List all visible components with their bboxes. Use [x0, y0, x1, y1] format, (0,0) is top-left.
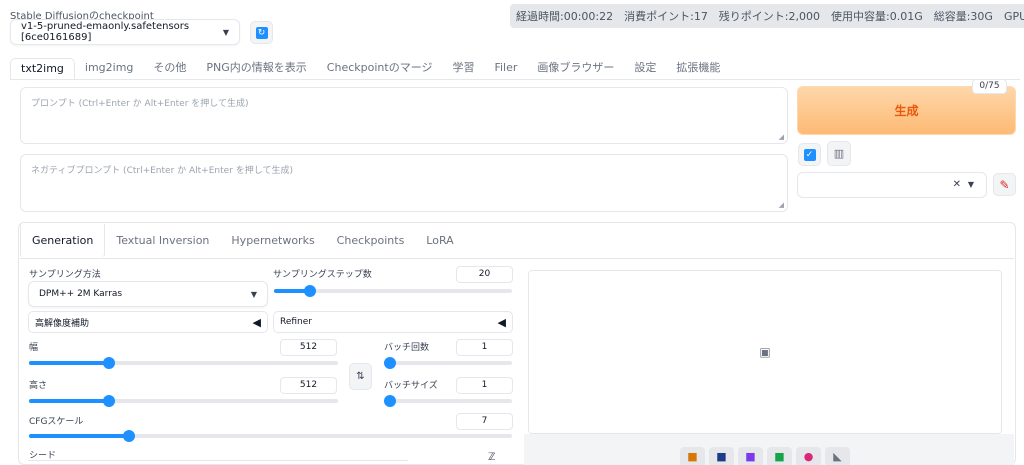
subtab-hypernetworks[interactable]: Hypernetworks	[220, 224, 325, 258]
slider-thumb[interactable]	[384, 395, 396, 407]
tab-img2img[interactable]: img2img	[75, 58, 144, 80]
tabs-divider	[10, 79, 1020, 80]
extra-networks-tabs: Generation Textual Inversion Hypernetwor…	[20, 224, 465, 258]
token-counter: 0/75	[972, 79, 1007, 94]
inpaint-icon: ●	[803, 450, 814, 463]
main-tabs: txt2img img2img その他 PNG内の情報を表示 Checkpoin…	[10, 58, 730, 80]
seed-input[interactable]	[28, 460, 408, 465]
negative-prompt-input[interactable]: ネガティブプロンプト (Ctrl+Enter か Alt+Enter を押して生…	[20, 154, 788, 212]
save-icon: ■	[716, 450, 727, 463]
tab-settings[interactable]: 設定	[624, 58, 666, 80]
swap-dimensions-button[interactable]: ⇅	[349, 363, 372, 390]
tab-txt2img[interactable]: txt2img	[10, 58, 75, 80]
cfg-scale-number-input[interactable]: 7	[456, 413, 513, 430]
batch-count-slider[interactable]	[384, 357, 512, 369]
clear-icon[interactable]: ✕	[953, 179, 961, 190]
extras-icon: ◣	[833, 450, 842, 463]
swap-icon: ⇅	[356, 371, 365, 382]
checkpoint-value: v1-5-pruned-emaonly.safetensors [6ce0161…	[21, 21, 190, 43]
clear-prompt-button[interactable]: ▥	[827, 141, 851, 166]
triangle-left-icon: ◀	[497, 315, 506, 329]
width-number-input[interactable]: 512	[280, 339, 337, 356]
steps-label: サンプリングステップ数	[273, 270, 372, 280]
refresh-icon: ↻	[255, 26, 268, 39]
cfg-scale-slider[interactable]	[29, 430, 512, 442]
slider-thumb[interactable]	[103, 395, 116, 407]
height-slider[interactable]	[29, 395, 338, 407]
height-number-input[interactable]: 512	[280, 377, 337, 394]
slider-thumb[interactable]	[123, 430, 136, 442]
tab-train[interactable]: 学習	[442, 58, 484, 80]
sampler-select[interactable]: DPM++ 2M Karras ▼	[28, 281, 268, 307]
height-label: 高さ	[29, 381, 48, 391]
batch-size-slider[interactable]	[384, 395, 512, 407]
slider-thumb[interactable]	[103, 357, 116, 369]
chevron-down-icon: ▼	[967, 180, 974, 189]
chevron-down-icon: ▼	[250, 289, 257, 299]
open-folder-button[interactable]: ■	[680, 447, 705, 465]
chevron-down-icon: ▼	[222, 27, 229, 37]
subtab-lora[interactable]: LoRA	[415, 224, 464, 258]
trash-icon: ▥	[833, 147, 845, 160]
steps-number-input[interactable]: 20	[456, 266, 513, 283]
subtabs-divider	[20, 258, 1014, 259]
resize-handle-icon[interactable]: ◢	[779, 133, 784, 141]
slider-thumb[interactable]	[304, 285, 317, 297]
subtab-textual-inversion[interactable]: Textual Inversion	[105, 224, 220, 258]
steps-slider[interactable]	[274, 285, 512, 297]
pen-icon: ✎	[999, 177, 1010, 192]
hires-fix-accordion[interactable]: 高解像度補助 ◀	[28, 311, 268, 333]
checkpoint-select[interactable]: v1-5-pruned-emaonly.safetensors [6ce0161…	[10, 19, 240, 45]
folder-icon: ■	[687, 450, 698, 463]
refresh-checkpoint-button[interactable]: ↻	[250, 21, 273, 44]
batch-count-label: バッチ回数	[384, 343, 430, 353]
edit-styles-button[interactable]: ✎	[993, 173, 1016, 196]
subtab-generation[interactable]: Generation	[20, 224, 106, 258]
refiner-accordion[interactable]: Refiner ◀	[273, 311, 513, 333]
subtab-checkpoints[interactable]: Checkpoints	[326, 224, 416, 258]
tab-extras[interactable]: その他	[143, 58, 196, 80]
send-to-extras-button[interactable]: ◣	[825, 447, 850, 465]
styles-select[interactable]: ✕ ▼	[797, 172, 987, 198]
tab-filer[interactable]: Filer	[484, 58, 527, 80]
gallery-toolbar: ■ ■ ■ ■ ● ◣	[524, 434, 1014, 465]
refiner-label: Refiner	[280, 317, 312, 327]
triangle-left-icon: ◀	[252, 315, 261, 329]
status-bar: 経過時間:00:00:22 消費ポイント:17 残りポイント:2,000 使用中…	[510, 4, 1024, 28]
prompt-input[interactable]: プロンプト (Ctrl+Enter か Alt+Enter を押して生成) ◢	[20, 87, 788, 144]
batch-size-label: バッチサイズ	[384, 381, 438, 391]
tab-png-info[interactable]: PNG内の情報を表示	[196, 58, 316, 80]
resize-handle-icon[interactable]: ◢	[779, 201, 784, 209]
paste-params-button[interactable]: ✓	[798, 143, 821, 166]
cfg-scale-label: CFGスケール	[29, 417, 84, 427]
prompt-placeholder: プロンプト (Ctrl+Enter か Alt+Enter を押して生成)	[31, 99, 249, 109]
tab-extensions[interactable]: 拡張機能	[666, 58, 730, 80]
sampler-value: DPM++ 2M Karras	[39, 289, 123, 299]
save-button[interactable]: ■	[709, 447, 734, 465]
hires-fix-label: 高解像度補助	[35, 318, 90, 329]
seed-side-glyph: ℤ	[488, 452, 496, 463]
tab-checkpoint-merger[interactable]: Checkpointのマージ	[317, 58, 443, 80]
width-label: 幅	[29, 343, 39, 353]
send-to-inpaint-button[interactable]: ●	[796, 447, 821, 465]
batch-count-number-input[interactable]: 1	[456, 339, 513, 356]
width-slider[interactable]	[29, 357, 338, 369]
check-icon: ✓	[803, 148, 816, 161]
batch-size-number-input[interactable]: 1	[456, 377, 513, 394]
slider-thumb[interactable]	[384, 357, 396, 369]
zip-button[interactable]: ■	[738, 447, 763, 465]
output-gallery: ▣	[528, 270, 1002, 434]
img2img-icon: ■	[774, 450, 785, 463]
sampler-label: サンプリング方法	[29, 270, 101, 280]
send-to-img2img-button[interactable]: ■	[767, 447, 792, 465]
image-icon: ▣	[759, 345, 771, 359]
tab-image-browser[interactable]: 画像ブラウザー	[527, 58, 624, 80]
negative-prompt-placeholder: ネガティブプロンプト (Ctrl+Enter か Alt+Enter を押して生…	[31, 166, 293, 176]
zip-icon: ■	[745, 450, 756, 463]
